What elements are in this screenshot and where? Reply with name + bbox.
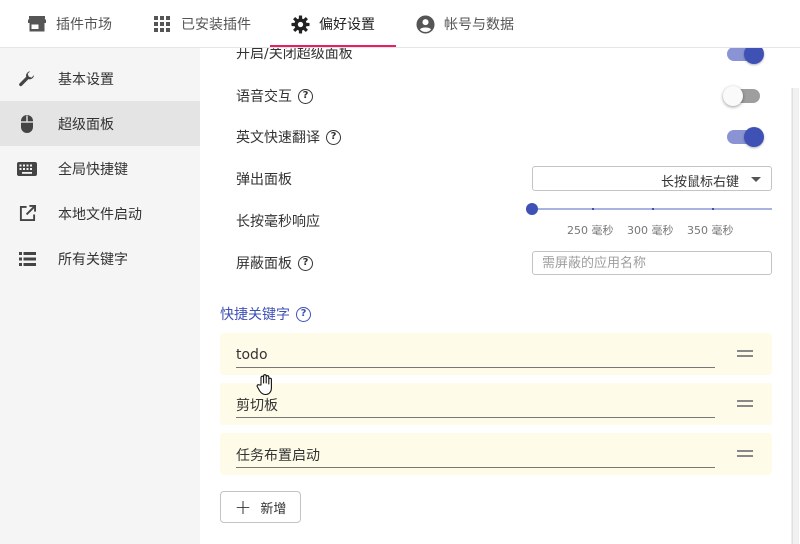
voice-row: 语音交互 ? <box>236 86 313 106</box>
wrench-icon <box>17 69 37 89</box>
tab-label: 已安装插件 <box>181 17 251 33</box>
slider-mark-label: 300 毫秒 <box>627 224 674 237</box>
active-tab-indicator <box>270 45 396 47</box>
sidebar-item-label: 基本设置 <box>58 71 114 88</box>
keyboard-icon <box>17 159 37 179</box>
tab-label: 插件市场 <box>56 17 112 33</box>
top-tab-bar: 插件市场 已安装插件 偏好设置 帐号与数据 <box>0 0 800 48</box>
plus-icon: + <box>234 495 252 519</box>
toggle-knob <box>723 86 743 106</box>
settings-panel: 开启/关闭超级面板 语音交互 ? 英文快速翻译 ? 弹出面板 长按鼠标右键 长按… <box>200 48 800 544</box>
setting-label: 长按毫秒响应 <box>236 214 320 230</box>
select-value: 长按鼠标右键 <box>660 175 739 190</box>
tab-plugin-market[interactable]: 插件市场 <box>27 0 112 48</box>
chevron-down-icon <box>751 177 761 182</box>
tab-preferences[interactable]: 偏好设置 <box>290 0 375 48</box>
keyword-card <box>220 333 772 375</box>
slider-tick <box>592 208 594 210</box>
open-in-new-icon <box>17 204 37 224</box>
tab-account-data[interactable]: 帐号与数据 <box>415 0 514 48</box>
button-label: 新增 <box>260 501 287 517</box>
help-icon[interactable]: ? <box>298 88 313 104</box>
gear-icon <box>290 14 310 34</box>
popup-trigger-select[interactable]: 长按鼠标右键 <box>532 166 772 191</box>
sidebar-item-super-panel[interactable]: 超级面板 <box>0 101 200 146</box>
slider-mark-label: 250 毫秒 <box>567 224 614 237</box>
block-row: 屏蔽面板 ? <box>236 253 313 273</box>
sidebar-item-label: 所有关键字 <box>58 251 128 268</box>
drag-handle-icon[interactable] <box>737 450 753 458</box>
main-scrollbar[interactable] <box>791 88 799 544</box>
section-label: 快捷关键字 <box>220 307 290 323</box>
voice-toggle[interactable] <box>723 86 760 106</box>
hand-cursor-icon <box>255 374 275 396</box>
translate-toggle[interactable] <box>727 127 764 147</box>
longpress-row: 长按毫秒响应 <box>236 211 320 231</box>
setting-label: 英文快速翻译 <box>236 130 320 146</box>
slider-tick <box>712 208 714 210</box>
keyword-input[interactable] <box>236 443 715 468</box>
help-icon[interactable]: ? <box>296 306 311 322</box>
sidebar-item-basic-settings[interactable]: 基本设置 <box>0 56 200 101</box>
sidebar-item-label: 超级面板 <box>58 116 114 133</box>
setting-label: 屏蔽面板 <box>236 256 292 272</box>
help-icon[interactable]: ? <box>298 255 313 271</box>
help-icon[interactable]: ? <box>326 129 341 145</box>
add-keyword-button[interactable]: + 新增 <box>220 491 301 523</box>
apps-grid-icon <box>152 14 172 34</box>
scrollbar-thumb[interactable] <box>792 88 798 544</box>
sidebar-item-label: 本地文件启动 <box>58 206 142 223</box>
setting-label: 开启/关闭超级面板 <box>236 48 353 62</box>
toggle-panel-row: 开启/关闭超级面板 <box>236 48 353 62</box>
translate-row: 英文快速翻译 ? <box>236 127 341 147</box>
longpress-slider-handle[interactable] <box>526 203 538 215</box>
keyword-input[interactable] <box>236 343 715 368</box>
list-icon <box>17 249 37 269</box>
sidebar-item-label: 全局快捷键 <box>58 161 128 178</box>
toggle-knob <box>744 48 764 64</box>
setting-label: 语音交互 <box>236 89 292 105</box>
sidebar-item-global-shortcuts[interactable]: 全局快捷键 <box>0 146 200 191</box>
sidebar-item-local-file-launch[interactable]: 本地文件启动 <box>0 191 200 236</box>
keyword-input[interactable] <box>236 393 715 418</box>
slider-mark-label: 350 毫秒 <box>687 224 734 237</box>
tab-label: 帐号与数据 <box>444 17 514 33</box>
blocked-apps-input[interactable] <box>532 251 772 275</box>
sidebar: 基本设置 超级面板 全局快捷键 本地文件启动 所有关键字 <box>0 48 200 544</box>
account-circle-icon <box>415 14 435 34</box>
drag-handle-icon[interactable] <box>737 400 753 408</box>
setting-label: 弹出面板 <box>236 172 292 188</box>
tab-label: 偏好设置 <box>319 17 375 33</box>
toggle-knob <box>744 127 764 147</box>
store-icon <box>27 14 47 34</box>
popup-row: 弹出面板 <box>236 169 292 189</box>
super-panel-toggle[interactable] <box>727 48 764 64</box>
shortcut-keywords-title: 快捷关键字 ? <box>220 304 311 324</box>
mouse-icon <box>17 114 37 134</box>
tab-installed-plugins[interactable]: 已安装插件 <box>152 0 251 48</box>
keyword-card <box>220 433 772 475</box>
slider-tick <box>652 208 654 210</box>
sidebar-item-all-keywords[interactable]: 所有关键字 <box>0 236 200 281</box>
keyword-card <box>220 383 772 425</box>
drag-handle-icon[interactable] <box>737 350 753 358</box>
